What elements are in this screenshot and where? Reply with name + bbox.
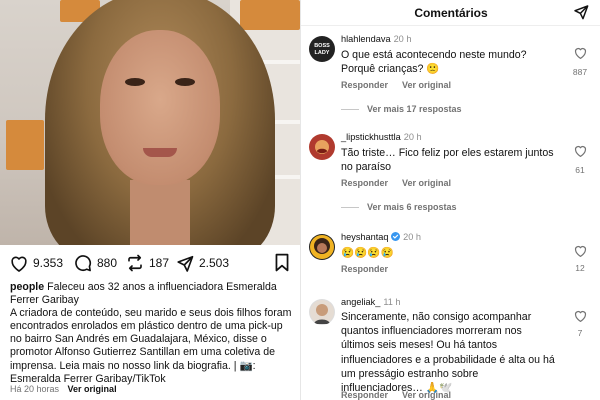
comment-actions: Responder Ver original [341,178,451,188]
see-original-link[interactable]: Ver original [402,80,451,90]
divider [341,206,359,208]
see-original-link[interactable]: Ver original [68,384,117,394]
comment-like-count: 7 [577,328,583,338]
comment-text: Sinceramente, não consigo acompanhar qua… [341,311,555,395]
view-more-replies-label[interactable]: Ver mais 6 respostas [367,202,457,212]
see-original-link[interactable]: Ver original [402,178,451,188]
view-more-replies[interactable]: Ver mais 6 respostas [341,202,457,212]
share-count: 2.503 [199,256,230,270]
reply-button[interactable]: Responder [341,178,388,188]
bookmark-icon[interactable] [274,253,290,277]
reply-button[interactable]: Responder [341,80,388,90]
comment-time: 20 h [403,232,421,242]
heart-icon[interactable] [574,309,587,327]
repost-action[interactable]: 187 [126,250,169,276]
avatar[interactable]: BOSS LADY [309,36,335,62]
comment-username[interactable]: _lipstickhusttla 20 h [341,132,422,142]
post-video[interactable] [0,0,300,245]
heart-icon[interactable] [574,244,587,262]
avatar[interactable] [309,234,335,260]
comments-header: Comentários [301,0,600,26]
comment-time: 20 h [403,132,422,142]
heart-icon[interactable] [10,255,28,272]
caption-username[interactable]: people [10,281,44,293]
comment-username[interactable]: angeliak_ 11 h [341,297,401,307]
post-meta: Há 20 horas Ver original [10,384,117,394]
verified-badge-icon [391,232,401,242]
person-mouth [143,148,177,157]
divider [341,108,359,110]
like-action[interactable]: 9.353 [10,250,63,276]
reply-button[interactable]: Responder [341,264,388,274]
comment-icon[interactable] [74,254,92,272]
username-text[interactable]: hlahlendava [341,34,391,44]
comment-like-count: 887 [572,67,588,77]
comment-actions: Responder [341,264,388,274]
post-actions: 9.353 880 187 2.503 [0,250,300,276]
person-face [100,30,220,185]
person-eye [175,78,195,86]
caption-body: A criadora de conteúdo, seu marido e seu… [10,307,292,385]
comment-actions: Responder Ver original [341,80,451,90]
username-text[interactable]: angeliak_ [341,297,380,307]
comment-text: O que está acontecendo neste mundo? Porq… [341,49,527,76]
avatar[interactable] [309,134,335,160]
comment-text: 😢😢😢😢 [341,247,394,259]
comment-text: Tão triste… Fico feliz por eles estarem … [341,147,554,174]
svg-text:BOSS: BOSS [314,43,330,49]
comment-count: 880 [97,256,118,270]
comment-action[interactable]: 880 [74,250,117,276]
heart-icon[interactable] [574,46,587,64]
repost-count: 187 [149,256,170,270]
reply-button[interactable]: Responder [341,390,388,400]
svg-text:LADY: LADY [315,50,330,56]
comment-like-count: 12 [575,263,585,273]
comment-username[interactable]: hlahlendava 20 h [341,34,411,44]
comments-title: Comentários [414,6,488,20]
heart-icon[interactable] [574,144,587,162]
comment-time: 11 h [383,297,401,307]
view-more-replies[interactable]: Ver mais 17 respostas [341,104,462,114]
repost-icon[interactable] [126,254,144,272]
send-icon[interactable] [176,255,194,272]
post-time: Há 20 horas [10,384,60,394]
comments-panel: Comentários BOSS LADY hlahlendava 20 h O q… [300,0,600,400]
comment-time: 20 h [393,34,412,44]
caption-headline: Faleceu aos 32 anos a influenciadora Esm… [10,281,277,307]
post-panel: 9.353 880 187 2.503 people Faleceu aos 3… [0,0,300,400]
username-text[interactable]: _lipstickhusttla [341,132,401,142]
comment-like-count: 61 [575,165,585,175]
person-neck [130,180,190,245]
username-text[interactable]: heyshantaq [341,232,389,242]
avatar[interactable] [309,299,335,325]
background-box [6,120,44,170]
view-more-replies-label[interactable]: Ver mais 17 respostas [367,104,462,114]
comment-username[interactable]: heyshantaq 20 h [341,232,421,242]
comment-actions: Responder Ver original [341,390,451,400]
share-action[interactable]: 2.503 [176,250,229,276]
like-count: 9.353 [33,256,64,270]
see-original-link[interactable]: Ver original [402,390,451,400]
send-icon[interactable] [573,4,589,25]
person-eye [125,78,145,86]
background-box [240,0,300,30]
post-caption: people Faleceu aos 32 anos a influenciad… [10,281,292,386]
